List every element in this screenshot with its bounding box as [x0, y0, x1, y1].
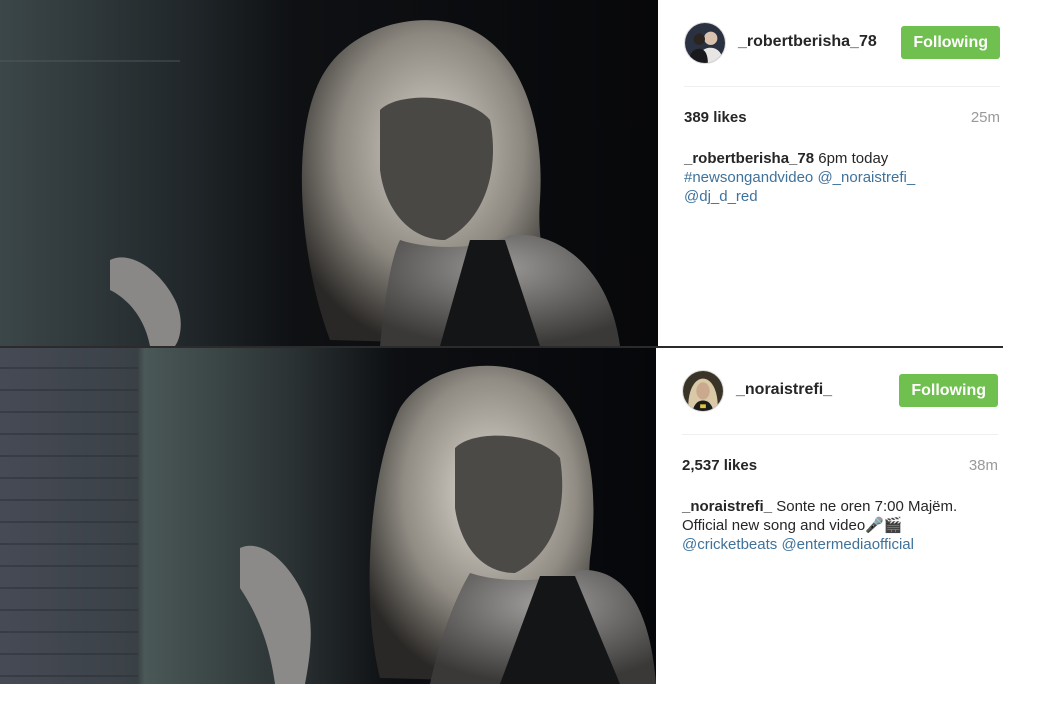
- username-link[interactable]: _robertberisha_78: [738, 33, 877, 51]
- post-stats: 2,537 likes 38m: [682, 457, 998, 487]
- caption: _noraistrefi_ Sonte ne oren 7:00 Majëm. …: [682, 497, 998, 554]
- following-button[interactable]: Following: [901, 26, 1000, 59]
- post-photo[interactable]: [0, 0, 658, 346]
- timestamp[interactable]: 38m: [969, 457, 998, 474]
- hashtag-link[interactable]: #newsongandvideo: [684, 169, 813, 186]
- post-sidebar: _noraistrefi_ Following 2,537 likes 38m …: [682, 348, 998, 554]
- post-1: _robertberisha_78 Following 389 likes 25…: [0, 0, 1003, 346]
- caption-username[interactable]: _noraistrefi_: [682, 498, 772, 515]
- mention-link[interactable]: @cricketbeats: [682, 536, 777, 553]
- post-sidebar: _robertberisha_78 Following 389 likes 25…: [684, 0, 1000, 206]
- caption: _robertberisha_78 6pm today #newsongandv…: [684, 149, 1000, 206]
- likes-count[interactable]: 2,537 likes: [682, 457, 757, 474]
- following-button[interactable]: Following: [899, 374, 998, 407]
- post-photo[interactable]: [0, 348, 656, 684]
- post-header: _robertberisha_78 Following: [684, 0, 1000, 87]
- mention-link[interactable]: @dj_d_red: [684, 188, 758, 205]
- mention-link[interactable]: @_noraistrefi_: [817, 169, 915, 186]
- caption-text: Sonte ne oren 7:00 Majëm.: [776, 498, 958, 515]
- avatar[interactable]: [682, 370, 724, 412]
- caption-text: 6pm today: [818, 150, 889, 167]
- post-2: _noraistrefi_ Following 2,537 likes 38m …: [0, 348, 1000, 684]
- post-stats: 389 likes 25m: [684, 109, 1000, 139]
- avatar[interactable]: [684, 22, 726, 64]
- username-link[interactable]: _noraistrefi_: [736, 381, 832, 399]
- post-header: _noraistrefi_ Following: [682, 348, 998, 435]
- mention-link[interactable]: @entermediaofficial: [781, 536, 914, 553]
- likes-count[interactable]: 389 likes: [684, 109, 747, 126]
- timestamp[interactable]: 25m: [971, 109, 1000, 126]
- caption-text-line2: Official new song and video🎤🎬: [682, 517, 903, 534]
- caption-username[interactable]: _robertberisha_78: [684, 150, 814, 167]
